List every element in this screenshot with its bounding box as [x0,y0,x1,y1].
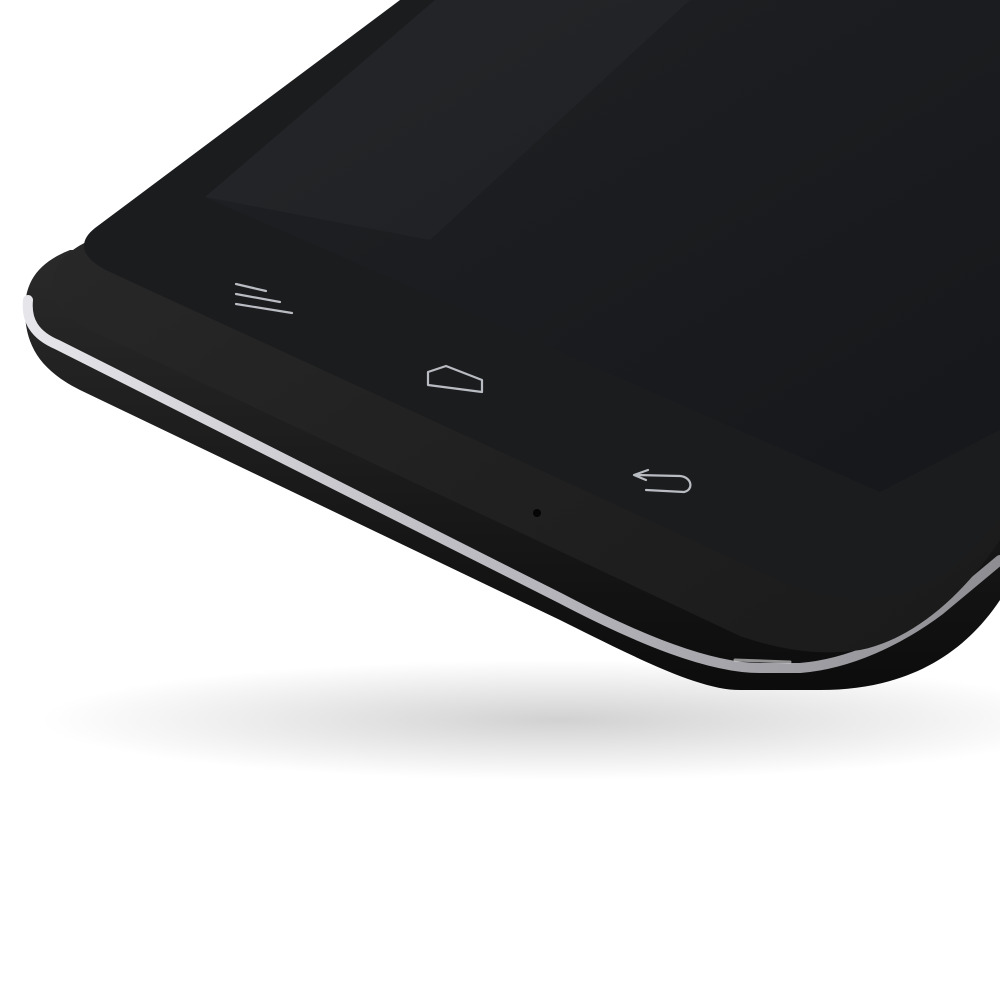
microphone-hole [533,509,541,517]
product-photo [0,0,1000,1000]
rim-highlight [733,658,792,664]
